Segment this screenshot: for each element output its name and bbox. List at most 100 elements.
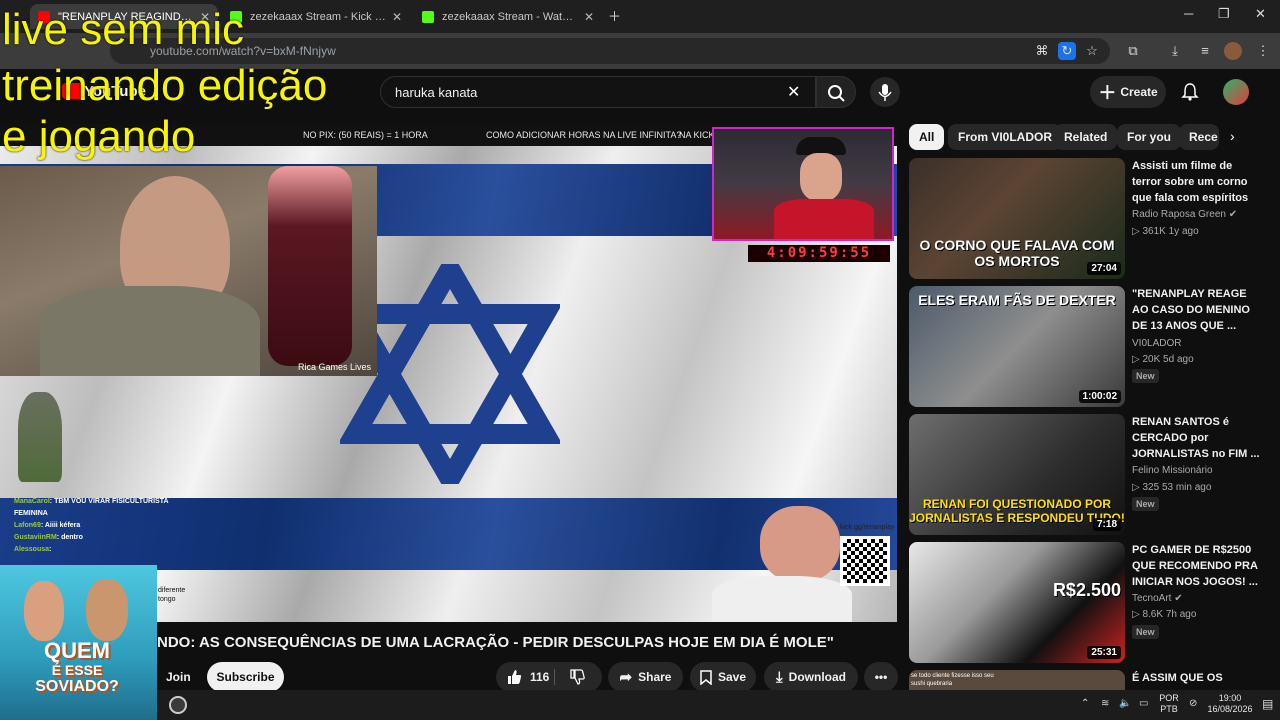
maximize-icon[interactable]: ❐ [1218, 6, 1230, 22]
related-title[interactable]: PC GAMER DE R$2500 QUE RECOMENDO PRA INI… [1132, 542, 1262, 590]
more-horizontal-icon: ••• [874, 670, 888, 684]
download-button[interactable]: ⤓ Download [764, 662, 858, 692]
clear-search-icon[interactable]: ✕ [787, 82, 800, 102]
related-meta: ▷ 8.6K 7h ago [1132, 609, 1197, 620]
volume-icon[interactable]: 🔈 [1119, 698, 1131, 709]
search-icon [828, 85, 845, 102]
translate-icon[interactable]: ⌘ [1033, 42, 1051, 60]
save-button[interactable]: Save [690, 662, 756, 692]
create-button[interactable]: ＋ Create [1090, 76, 1166, 108]
related-channel[interactable]: Felino Missionário [1132, 465, 1213, 476]
chat-line: Lafon69: Aiiii kéfera [14, 522, 81, 529]
verified-icon: ✔ [1174, 593, 1183, 604]
close-tab-icon[interactable]: ✕ [392, 10, 402, 24]
chip-all[interactable]: All [909, 124, 945, 150]
related-title[interactable]: RENAN SANTOS é CERCADO por JORNALISTAS n… [1132, 414, 1262, 462]
related-title[interactable]: É ASSIM QUE OS [1132, 670, 1262, 686]
video-title: NDO: AS CONSEQUÊNCIAS DE UMA LACRAÇÃO - … [157, 634, 834, 651]
account-avatar[interactable] [1223, 79, 1249, 105]
duration-badge: 1:00:02 [1078, 390, 1121, 403]
search-button[interactable] [816, 76, 856, 108]
duration-badge: 25:31 [1087, 646, 1121, 659]
related-thumb-3[interactable]: RENAN FOI QUESTIONADO POR JORNALISTAS E … [909, 414, 1125, 535]
streamer-face [800, 153, 842, 201]
quem-line: É ESSE [51, 662, 103, 678]
tab-title: zezekaaax Stream - Kick Dashbo [250, 10, 386, 23]
related-thumb-1[interactable]: O CORNO QUE FALAVA COM OS MORTOS 27:04 [909, 158, 1125, 279]
create-label: Create [1120, 85, 1158, 99]
close-window-icon[interactable]: ✕ [1255, 6, 1266, 22]
kick-favicon-icon [422, 10, 434, 23]
bookmark-icon [700, 669, 712, 685]
network-icon[interactable]: ≋ [1101, 698, 1109, 709]
related-thumb-2[interactable]: ELES ERAM FÃS DE DEXTER 1:00:02 [909, 286, 1125, 407]
countdown-timer: 4:09:59:55 [748, 245, 890, 262]
notifications-bell-icon[interactable] [1180, 82, 1200, 102]
related-channel[interactable]: Radio Raposa Green ✔ [1132, 209, 1237, 220]
share-icon: ➦ [619, 669, 633, 686]
notification-settings-icon[interactable]: ⊘ [1189, 698, 1197, 709]
meme-face-overlay [712, 496, 852, 622]
media-control-icon[interactable]: ≡ [1196, 42, 1214, 60]
related-thumb-4[interactable]: R$2.500 25:31 [909, 542, 1125, 663]
cam-label: Rica Games Lives [298, 362, 372, 372]
related-title[interactable]: "RENANPLAY REAGE AO CASO DO MENINO DE 13… [1132, 286, 1262, 334]
like-button[interactable]: 116 [506, 669, 549, 685]
tab-kick-watch[interactable]: zezekaaax Stream - Watch Live ✕ [414, 4, 602, 29]
chip-for-you[interactable]: For you [1117, 124, 1181, 150]
related-channel[interactable]: TecnoArt ✔ [1132, 593, 1183, 604]
chat-user: Lafon69 [14, 522, 41, 529]
new-badge: New [1132, 625, 1159, 639]
extensions-icon[interactable]: ⧉ [1124, 42, 1142, 60]
chat-user: ManaCarol [14, 498, 50, 505]
quem-line: QUEM [44, 638, 110, 663]
share-label: Share [638, 670, 672, 684]
language-indicator[interactable]: POR PTB [1157, 693, 1181, 715]
save-label: Save [717, 670, 747, 684]
overlay-line-3: e jogando [2, 112, 196, 161]
obs-icon[interactable] [169, 696, 187, 714]
windows-taskbar: ⌃ ≋ 🔈 ▭ POR PTB ⊘ 19:00 16/08/2026 ▤ [157, 690, 1280, 720]
related-title[interactable]: Assisti um filme de terror sobre um corn… [1132, 158, 1262, 206]
subscribe-button[interactable]: Subscribe [207, 662, 284, 692]
close-tab-icon[interactable]: ✕ [584, 10, 594, 24]
duration-badge: 7:18 [1092, 518, 1121, 531]
share-button[interactable]: ➦ Share [608, 662, 683, 692]
video-player[interactable]: NO PIX: (50 REAIS) = 1 HORA COMO ADICION… [0, 124, 897, 622]
streamer-shirt [774, 199, 874, 239]
thumbs-down-icon[interactable] [569, 669, 585, 685]
bookmark-star-icon[interactable]: ☆ [1083, 42, 1101, 60]
more-actions-button[interactable]: ••• [864, 662, 898, 692]
downloads-icon[interactable]: ⤓ [1166, 42, 1184, 60]
action-center-icon[interactable]: ▤ [1262, 697, 1273, 711]
extension-active-icon[interactable]: ↻ [1058, 42, 1076, 60]
chevron-up-icon[interactable]: ⌃ [1081, 698, 1089, 709]
qr-code [840, 536, 890, 586]
chat-text: Aiiii kéfera [44, 522, 81, 529]
streamer-webcam [712, 127, 894, 241]
related-thumb-5[interactable]: se todo cliente fizesse isso seu sushi q… [909, 670, 1125, 690]
join-button[interactable]: Join [166, 670, 191, 684]
chat-line: Alessousa: [14, 544, 174, 556]
clock[interactable]: 19:00 16/08/2026 [1205, 693, 1255, 715]
mascot-figure [18, 392, 62, 482]
battery-icon[interactable]: ▭ [1139, 698, 1148, 709]
chip-related[interactable]: Related [1054, 124, 1118, 150]
tab-title: zezekaaax Stream - Watch Live [442, 10, 578, 23]
profile-avatar[interactable] [1224, 42, 1242, 60]
chat-text: : [49, 546, 52, 553]
related-meta: ▷ 325 53 min ago [1132, 482, 1212, 493]
related-channel[interactable]: VI0LADOR [1132, 338, 1181, 349]
minimize-icon[interactable]: ─ [1184, 6, 1193, 21]
browser-menu-icon[interactable]: ⋮ [1254, 42, 1272, 60]
chip-recent[interactable]: Rece [1179, 124, 1219, 150]
new-badge: New [1132, 497, 1159, 511]
chat-overlay: ManaCarol: TBM VOU VIRAR FISICULTURISTA … [14, 496, 174, 556]
new-tab-icon[interactable]: ＋ [608, 6, 621, 25]
overlay-line-1: live sem mic [2, 5, 245, 54]
voice-search-button[interactable] [870, 77, 900, 107]
chevron-right-icon[interactable]: › [1230, 128, 1235, 144]
search-input[interactable]: haruka kanata [380, 76, 816, 108]
tab-kick-dashboard[interactable]: zezekaaax Stream - Kick Dashbo ✕ [222, 4, 410, 29]
chip-from-violador[interactable]: From VI0LADOR [948, 124, 1063, 150]
